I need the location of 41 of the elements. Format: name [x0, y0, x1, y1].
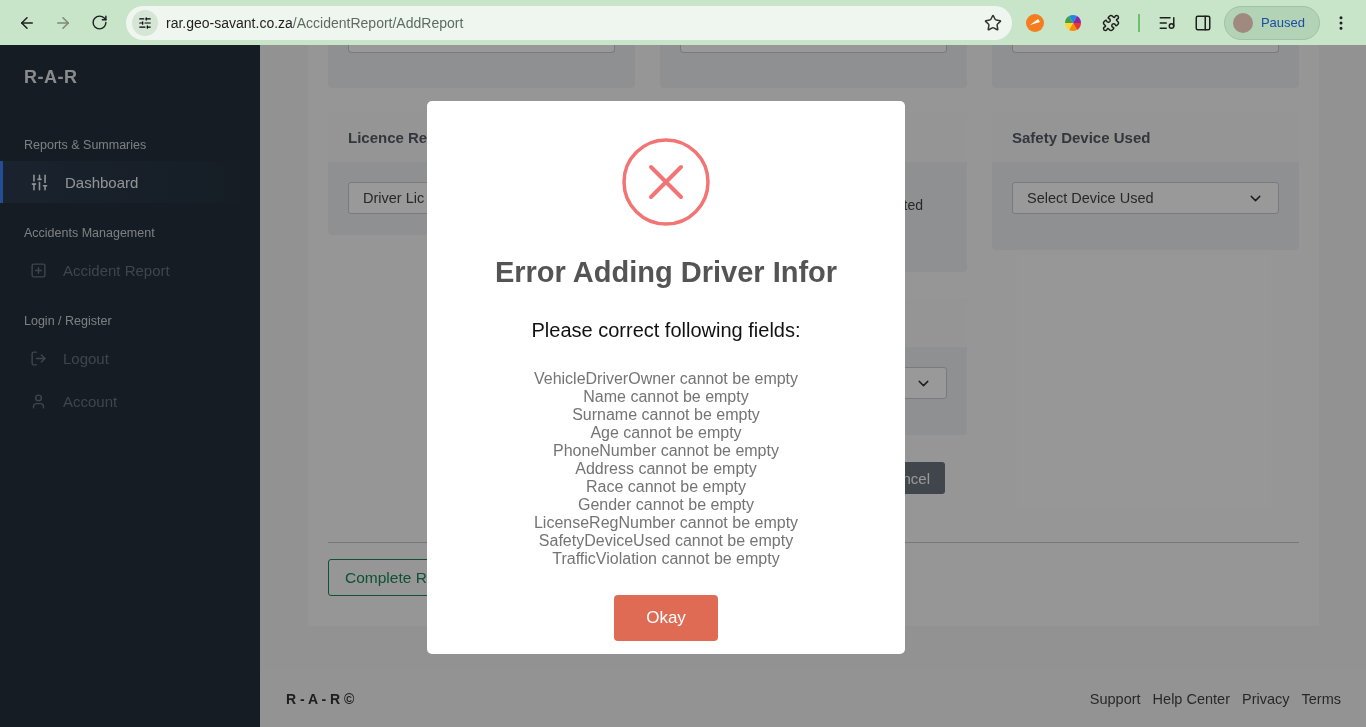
error-message: SafetyDeviceUsed cannot be empty [538, 532, 794, 550]
error-message: Race cannot be empty [585, 478, 747, 496]
bookmark-star-icon[interactable] [983, 13, 1002, 32]
dialog-subtitle: Please correct following fields: [531, 319, 801, 342]
okay-button[interactable]: Okay [614, 595, 718, 641]
error-x-icon [622, 138, 710, 226]
footer-link[interactable]: Terms [1301, 690, 1341, 707]
footer-link[interactable]: Support [1089, 690, 1141, 707]
input-field[interactable] [348, 45, 615, 53]
address-bar[interactable]: rar.geo-savant.co.za/AccidentReport/AddReport [126, 5, 1012, 40]
option-label: ted [903, 197, 923, 213]
error-message: Gender cannot be empty [577, 496, 755, 514]
brand-logo: R-A-R [23, 67, 79, 88]
section-heading: Reports & Summaries [23, 138, 148, 152]
profile-button[interactable]: Paused [1223, 5, 1320, 40]
extension-icon[interactable] [1025, 13, 1044, 32]
site-settings-icon[interactable] [132, 9, 158, 36]
input-field[interactable] [680, 45, 947, 53]
error-message: VehicleDriverOwner cannot be empty [533, 370, 799, 388]
section-heading: Login / Register [23, 314, 113, 328]
error-message: Age cannot be empty [590, 424, 742, 442]
user-icon [30, 392, 47, 410]
logout-icon [30, 349, 47, 367]
error-message: Address cannot be empty [575, 460, 757, 478]
footer-link[interactable]: Help Center [1152, 690, 1230, 707]
error-message: Name cannot be empty [583, 388, 749, 406]
url-text: rar.geo-savant.co.za/AccidentReport/AddReport [166, 14, 465, 31]
select-field[interactable]: Select Device Used [1012, 182, 1279, 214]
input-field[interactable] [1012, 45, 1279, 53]
card-title: Safety Device Used [992, 113, 1299, 162]
dialog-title: Error Adding Driver Infor [494, 256, 838, 289]
sliders-icon [30, 172, 49, 192]
color-wheel-icon[interactable] [1063, 13, 1082, 32]
error-message: PhoneNumber cannot be empty [553, 442, 779, 460]
error-message: LicenseRegNumber cannot be empty [533, 514, 799, 532]
error-message: TrafficViolation cannot be empty [552, 550, 780, 568]
footer-brand: R - A - R © [286, 690, 356, 707]
footer-link[interactable]: Privacy [1241, 690, 1290, 707]
section-heading: Accidents Management [23, 226, 156, 240]
error-message: Surname cannot be empty [572, 406, 760, 424]
plus-square-icon [30, 261, 47, 279]
